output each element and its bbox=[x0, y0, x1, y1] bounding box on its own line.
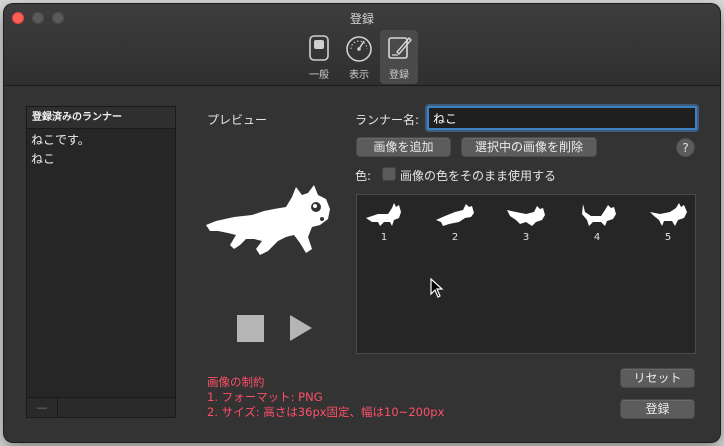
runner-list-footer: — bbox=[26, 397, 176, 418]
color-label: 色: bbox=[355, 169, 372, 183]
registered-runners-list[interactable]: 登録済みのランナー ねこです。 ねこ bbox=[26, 106, 176, 418]
register-pane: 登録済みのランナー ねこです。 ねこ — プレビュー 画像の制約 1. フォーマ… bbox=[4, 87, 720, 442]
runner-list-header: 登録済みのランナー bbox=[27, 107, 175, 129]
runner-name-input[interactable] bbox=[427, 106, 697, 130]
titlebar: 登録 一般 表示 登録 bbox=[4, 4, 720, 86]
help-button[interactable]: ? bbox=[676, 138, 695, 157]
frame-number: 4 bbox=[593, 232, 601, 243]
play-button[interactable] bbox=[290, 315, 312, 341]
list-item[interactable]: ねこ bbox=[27, 148, 175, 167]
constraint-size: 2. サイズ: 高さは36px固定、幅は10~200px bbox=[207, 405, 445, 419]
pen-icon bbox=[388, 36, 412, 59]
frame-number: 2 bbox=[451, 232, 459, 243]
frames-collection[interactable]: 1 2 3 4 5 bbox=[356, 194, 696, 354]
tab-display-label: 表示 bbox=[349, 70, 369, 81]
register-button[interactable]: 登録 bbox=[620, 399, 695, 419]
frame-number: 5 bbox=[664, 232, 672, 243]
add-image-button[interactable]: 画像を追加 bbox=[356, 137, 451, 157]
frame-item[interactable]: 4 bbox=[574, 200, 620, 243]
delete-selected-image-button[interactable]: 選択中の画像を削除 bbox=[461, 137, 597, 157]
frame-item[interactable]: 1 bbox=[361, 200, 407, 243]
runner-name-label: ランナー名: bbox=[355, 113, 420, 127]
list-item[interactable]: ねこです。 bbox=[27, 129, 175, 148]
tab-display[interactable]: 表示 bbox=[340, 30, 378, 84]
mouse-cursor-icon bbox=[430, 278, 444, 298]
image-constraints: 画像の制約 1. フォーマット: PNG 2. サイズ: 高さは36px固定、幅… bbox=[207, 375, 444, 420]
cat-frame-image bbox=[650, 203, 687, 226]
tab-register-label: 登録 bbox=[389, 70, 409, 81]
preferences-window: 登録 一般 表示 登録 登録済みのランナー ねこです。 ねこ — プレビュー 画… bbox=[4, 4, 720, 442]
cat-frame-image bbox=[366, 203, 401, 226]
frame-item[interactable]: 3 bbox=[503, 200, 549, 243]
window-title: 登録 bbox=[349, 12, 374, 26]
reset-button[interactable]: リセット bbox=[620, 368, 695, 388]
constraint-format: 1. フォーマット: PNG bbox=[207, 390, 323, 404]
tab-general-label: 一般 bbox=[309, 70, 329, 81]
frame-number: 3 bbox=[522, 232, 530, 243]
cat-frame-image bbox=[436, 204, 474, 226]
frame-item[interactable]: 5 bbox=[645, 200, 691, 243]
cat-frame-image bbox=[507, 206, 545, 226]
cat-frame-image bbox=[582, 204, 616, 226]
frame-number: 1 bbox=[380, 232, 388, 243]
frame-item[interactable]: 2 bbox=[432, 200, 478, 243]
switch-icon bbox=[309, 35, 329, 61]
preview-label: プレビュー bbox=[207, 113, 268, 127]
cat-preview-image bbox=[206, 185, 330, 255]
tab-general[interactable]: 一般 bbox=[300, 30, 338, 84]
use-image-color-label[interactable]: 画像の色をそのまま使用する bbox=[400, 167, 556, 184]
gauge-icon bbox=[346, 36, 372, 62]
remove-runner-button[interactable]: — bbox=[27, 398, 58, 417]
constraints-title: 画像の制約 bbox=[207, 375, 265, 389]
tab-register[interactable]: 登録 bbox=[380, 30, 418, 84]
use-image-color-checkbox[interactable] bbox=[382, 167, 396, 181]
stop-button[interactable] bbox=[237, 315, 264, 342]
